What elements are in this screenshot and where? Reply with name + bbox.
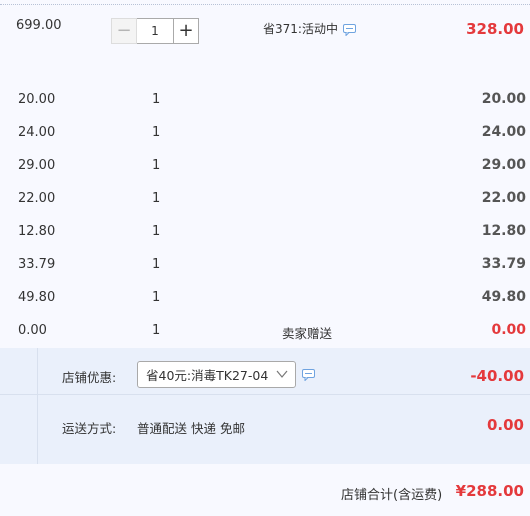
gift-subtotal: 12.80 — [481, 223, 526, 239]
quantity-stepper[interactable]: − 1 + — [111, 18, 199, 44]
gift-quantity: 1 — [152, 125, 161, 140]
coupon-label: 店铺优惠: — [62, 370, 117, 385]
promotion-text: 省371:活动中 — [263, 22, 338, 36]
gift-unit-price: 0.00 — [18, 323, 47, 338]
gift-item-row: 0.00 1 卖家赠送 0.00 — [0, 313, 530, 346]
shipping-method: 普通配送 快递 免邮 — [137, 421, 245, 436]
increase-quantity-button[interactable]: + — [173, 18, 199, 44]
gift-subtotal: 24.00 — [481, 124, 526, 140]
shipping-fee: 0.00 — [486, 416, 524, 434]
main-item-unit-price: 699.00 — [16, 18, 62, 33]
coupon-select[interactable]: 省40元:消毒TK27-04 — [137, 361, 296, 388]
gift-subtotal: 29.00 — [481, 157, 526, 173]
gift-unit-price: 29.00 — [18, 158, 56, 173]
panel-vertical-divider — [37, 348, 38, 464]
decrease-quantity-button[interactable]: − — [111, 18, 137, 44]
shop-total-amount: ¥288.00 — [455, 482, 524, 500]
chat-bubble-icon[interactable] — [302, 369, 315, 381]
gift-quantity: 1 — [152, 257, 161, 272]
gift-item-row: 49.80 1 49.80 — [0, 280, 530, 313]
top-dotted-divider — [0, 4, 530, 5]
gift-quantity: 1 — [152, 191, 161, 206]
gift-item-row: 20.00 1 20.00 — [0, 82, 530, 115]
gift-subtotal: 33.79 — [481, 256, 526, 272]
gift-quantity: 1 — [152, 92, 161, 107]
shop-total-label: 店铺合计(含运费) — [341, 488, 443, 503]
chevron-down-icon — [276, 370, 288, 378]
gift-quantity: 1 — [152, 224, 161, 239]
gift-quantity: 1 — [152, 323, 161, 338]
chat-bubble-icon[interactable] — [342, 24, 356, 36]
gift-quantity: 1 — [152, 158, 161, 173]
gift-item-row: 29.00 1 29.00 — [0, 148, 530, 181]
gift-unit-price: 24.00 — [18, 125, 56, 140]
coupon-discount-amount: -40.00 — [470, 367, 524, 385]
gift-quantity: 1 — [152, 290, 161, 305]
gift-unit-price: 49.80 — [18, 290, 56, 305]
gift-item-row: 22.00 1 22.00 — [0, 181, 530, 214]
gift-subtotal: 20.00 — [481, 91, 526, 107]
promotion-status: 省371:活动中 — [263, 20, 356, 37]
coupon-selected-value: 省40元:消毒TK27-04 — [146, 368, 269, 383]
panel-horizontal-divider — [0, 394, 530, 395]
shop-summary-panel: 店铺优惠: 省40元:消毒TK27-04 -40.00 运送方式: 普通配送 快… — [0, 348, 530, 464]
gift-unit-price: 20.00 — [18, 92, 56, 107]
gift-subtotal: 22.00 — [481, 190, 526, 206]
gift-item-row: 33.79 1 33.79 — [0, 247, 530, 280]
gift-unit-price: 12.80 — [18, 224, 56, 239]
gift-subtotal: 0.00 — [491, 322, 526, 338]
gift-item-row: 24.00 1 24.00 — [0, 115, 530, 148]
gift-unit-price: 22.00 — [18, 191, 56, 206]
main-item-subtotal: 328.00 — [466, 20, 524, 38]
gift-subtotal: 49.80 — [481, 289, 526, 305]
quantity-input[interactable]: 1 — [137, 18, 173, 44]
shipping-label: 运送方式: — [62, 421, 117, 436]
gift-unit-price: 33.79 — [18, 257, 56, 272]
seller-gift-note: 卖家赠送 — [282, 326, 333, 341]
gift-item-row: 12.80 1 12.80 — [0, 214, 530, 247]
